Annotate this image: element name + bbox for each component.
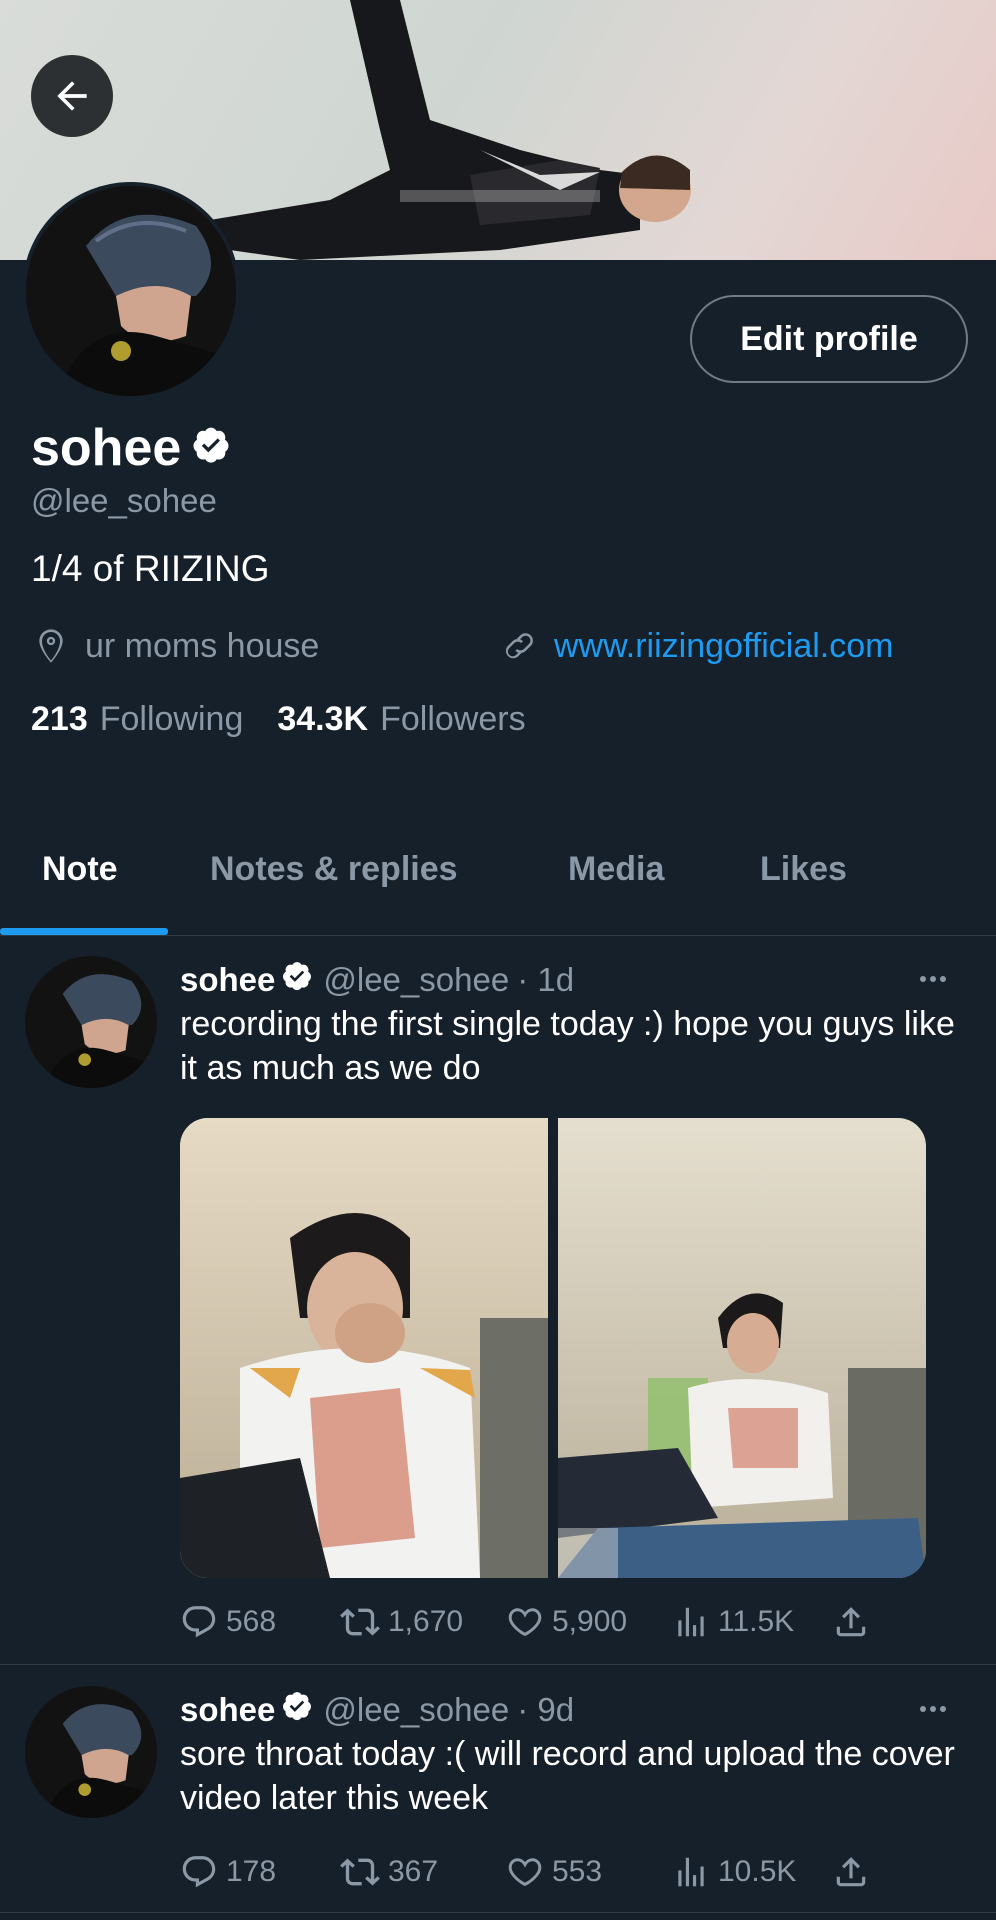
post-photo[interactable] xyxy=(180,1118,548,1578)
profile-avatar[interactable] xyxy=(22,182,240,400)
post-actions: 568 1,670 5,900 11.5K xyxy=(180,1602,880,1642)
reply-count: 568 xyxy=(226,1605,277,1638)
post-media[interactable] xyxy=(180,1118,926,1578)
share-icon xyxy=(836,1857,866,1887)
profile-handle: @lee_sohee xyxy=(31,482,217,519)
post-divider xyxy=(0,1912,996,1913)
heart-icon xyxy=(508,1608,542,1636)
reply-count: 178 xyxy=(226,1855,277,1888)
followers-count[interactable]: 34.3K xyxy=(277,700,368,739)
views-button[interactable]: 11.5K xyxy=(672,1603,794,1641)
tabs-divider xyxy=(0,935,996,936)
website-text[interactable]: www.riizingofficial.com xyxy=(554,627,893,666)
share-icon xyxy=(836,1607,866,1637)
post-actions: 178 367 553 10.5K xyxy=(180,1852,880,1892)
views-count: 10.5K xyxy=(718,1855,797,1888)
like-button[interactable]: 5,900 xyxy=(506,1603,627,1641)
post-header: sohee @lee_sohee · 9d xyxy=(180,1690,574,1730)
active-tab-indicator xyxy=(0,928,168,935)
verified-badge-icon xyxy=(191,418,231,478)
profile-location: ur moms house xyxy=(31,626,319,666)
views-button[interactable]: 10.5K xyxy=(672,1853,796,1891)
reply-icon xyxy=(182,1606,216,1638)
link-icon xyxy=(505,633,533,659)
share-button[interactable] xyxy=(832,1853,878,1891)
follow-stats: 213 Following 34.3K Followers xyxy=(31,700,560,739)
more-options-icon[interactable] xyxy=(920,976,946,982)
heart-icon xyxy=(508,1858,542,1886)
like-button[interactable]: 553 xyxy=(506,1853,602,1891)
share-button[interactable] xyxy=(832,1603,878,1641)
repost-count: 367 xyxy=(388,1855,439,1888)
tab-notes-and-replies[interactable]: Notes & replies xyxy=(210,850,458,889)
location-text: ur moms house xyxy=(85,626,320,665)
analytics-icon xyxy=(678,1607,704,1637)
edit-profile-button[interactable]: Edit profile xyxy=(690,295,968,383)
post-author-handle[interactable]: @lee_sohee xyxy=(323,961,509,999)
repost-count: 1,670 xyxy=(388,1605,464,1638)
like-count: 5,900 xyxy=(552,1605,628,1638)
post-photo[interactable] xyxy=(558,1118,926,1578)
arrow-left-icon xyxy=(57,81,87,111)
post-avatar[interactable] xyxy=(25,1686,157,1818)
location-pin-icon xyxy=(39,629,63,663)
reply-button[interactable]: 568 xyxy=(180,1603,276,1641)
followers-label[interactable]: Followers xyxy=(380,700,525,739)
profile-tabs: Note Notes & replies Media Likes xyxy=(0,840,996,936)
reply-button[interactable]: 178 xyxy=(180,1853,276,1891)
repost-button[interactable]: 1,670 xyxy=(340,1602,463,1642)
post-author-handle[interactable]: @lee_sohee xyxy=(323,1691,509,1729)
post-author-name[interactable]: sohee xyxy=(180,961,275,999)
following-label[interactable]: Following xyxy=(100,700,244,739)
reply-icon xyxy=(182,1856,216,1888)
verified-badge-icon xyxy=(281,960,313,1000)
tab-media[interactable]: Media xyxy=(568,850,664,889)
repost-button[interactable]: 367 xyxy=(340,1852,438,1892)
post-text: recording the first single today :) hope… xyxy=(180,1005,955,1087)
profile-name-row: sohee xyxy=(31,418,231,478)
analytics-icon xyxy=(678,1857,704,1887)
back-button[interactable] xyxy=(31,55,113,137)
post-divider xyxy=(0,1664,996,1665)
verified-badge-icon xyxy=(281,1690,313,1730)
profile-bio: 1/4 of RIIZING xyxy=(31,548,270,589)
profile-website-link[interactable]: www.riizingofficial.com xyxy=(500,626,893,666)
post-avatar[interactable] xyxy=(25,956,157,1088)
following-count[interactable]: 213 xyxy=(31,700,88,739)
tab-note[interactable]: Note xyxy=(42,850,118,889)
post-text: sore throat today :( will record and upl… xyxy=(180,1735,955,1817)
repost-icon xyxy=(340,1858,380,1886)
profile-name: sohee xyxy=(31,419,182,477)
tab-likes[interactable]: Likes xyxy=(760,850,847,889)
more-options-icon[interactable] xyxy=(920,1706,946,1712)
post-timestamp: · 9d xyxy=(517,1691,575,1728)
like-count: 553 xyxy=(552,1855,603,1888)
post-author-name[interactable]: sohee xyxy=(180,1691,275,1729)
views-count: 11.5K xyxy=(718,1605,795,1638)
repost-icon xyxy=(340,1608,380,1636)
post-header: sohee @lee_sohee · 1d xyxy=(180,960,574,1000)
post-timestamp: · 1d xyxy=(517,961,575,998)
